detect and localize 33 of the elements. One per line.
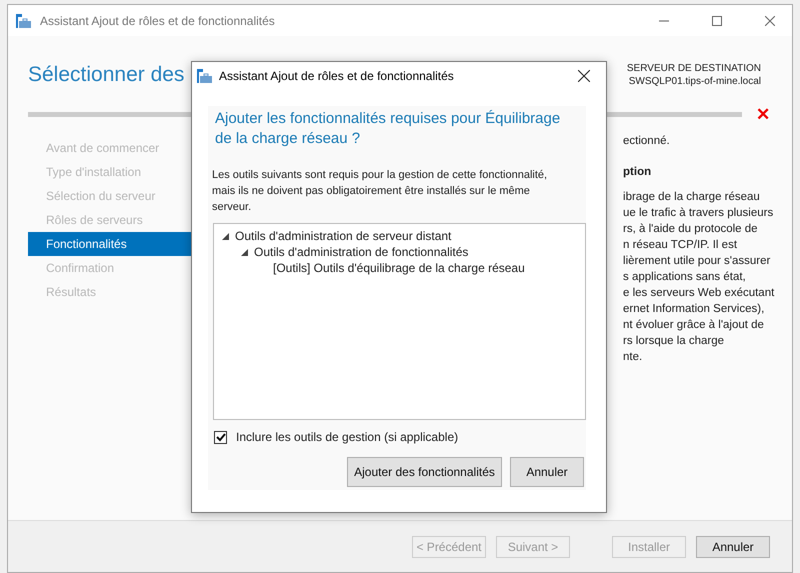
window-title: Assistant Ajout de rôles et de fonctionnalités [40,12,275,30]
server-name: SWSQLP01.tips-of-mine.local [628,75,761,88]
tree-item[interactable]: [Outils] Outils d'équilibrage de la charge réseau [273,259,525,277]
expanded-icon[interactable] [222,232,229,240]
destination-label: SERVEUR DE DESTINATION [626,62,761,75]
footer-button[interactable]: Annuler [696,536,770,558]
tree-item[interactable]: Outils d'administration de serveur distant [235,227,452,245]
dialog-button[interactable]: Ajouter des fonctionnalités [347,457,502,487]
sidebar-item[interactable]: Sélection du serveur [28,184,192,208]
error-icon: ✕ [756,106,770,123]
description-text: ibrage de la charge réseau ue le trafic à travers plusieurs rs, à l'aide du protocole de n réseau TCP/IP. Il est lièrement utile pour s'assurer s applications sans état, e les serveurs Web exécutant ernet Information Services), nt évoluer grâce à l'ajout de rs lorsque la charge nte. [623,190,776,365]
dialog-heading: Ajouter les fonctionnalités requises pour Équilibrage de la charge réseau ? [214,109,562,149]
close-icon [764,16,774,26]
expanded-icon[interactable] [241,248,248,256]
checkbox[interactable] [214,430,227,444]
dialog-button[interactable]: Annuler [510,457,584,487]
sidebar-item[interactable]: Fonctionnalités [28,232,192,256]
sidebar-item[interactable]: Rôles de serveurs [28,208,192,232]
maximize-icon [712,16,722,26]
status-text: ectionné. [623,134,671,149]
dialog-icon [197,68,213,84]
page-title: Sélectionner des [28,64,184,88]
app-icon [16,12,32,28]
checkbox-label: Inclure les outils de gestion (si applicable) [236,429,458,446]
sidebar-item[interactable]: Type d'installation [28,160,192,184]
dialog-title: Assistant Ajout de rôles et de fonctionnalités [219,68,454,84]
sidebar-item[interactable]: Avant de commencer [28,136,192,160]
close-icon [578,70,590,82]
sidebar-item[interactable]: Résultats [28,280,192,304]
dialog-text: Les outils suivants sont requis pour la gestion de cette fonctionnalité, mais ils ne doivent pas obligatoirement être installés sur le même serveur. [212,168,548,215]
description-heading: ption [623,165,652,180]
tree-item[interactable]: Outils d'administration de fonctionnalités [254,243,468,261]
sidebar-item[interactable]: Confirmation [28,256,192,280]
